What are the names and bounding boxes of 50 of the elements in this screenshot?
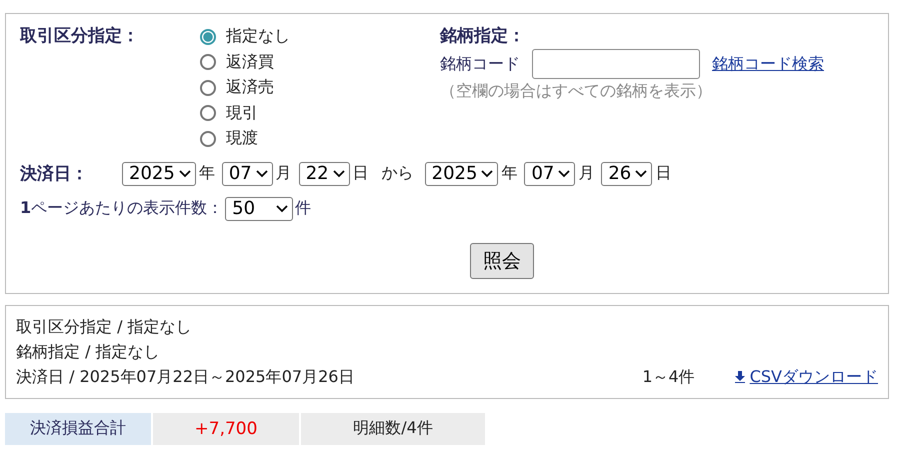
stock-code-label: 銘柄コード	[440, 54, 520, 74]
date-unit: 日	[655, 163, 672, 184]
radio-button[interactable]	[200, 130, 216, 147]
totals-cell: 明細数/4件	[301, 412, 485, 444]
summary-line: 取引区分指定 / 指定なし	[16, 316, 192, 338]
date-label: 決済日：	[20, 163, 89, 185]
date-unit: 月	[276, 163, 292, 184]
result-count: 1～4件	[642, 366, 695, 388]
chevron-icon	[481, 170, 494, 178]
stock-code-field[interactable]	[532, 49, 700, 79]
trade-type-label: 取引区分指定：	[20, 26, 139, 46]
chevron-icon	[178, 170, 191, 178]
stock-label: 銘柄指定：	[440, 25, 526, 47]
radio-button[interactable]	[200, 54, 216, 70]
date-dropdown[interactable]: 2025	[424, 162, 498, 186]
date-unit: 月	[578, 163, 594, 184]
per-page-dropdown[interactable]: 50	[225, 196, 294, 220]
totals-cell: 決済損益合計	[5, 412, 151, 444]
date-dropdown[interactable]: 22	[298, 162, 350, 186]
chevron-icon	[558, 170, 570, 178]
range-separator: から	[382, 163, 414, 184]
radio-button[interactable]	[200, 28, 216, 45]
radio-label[interactable]: 返済買	[226, 52, 274, 73]
chevron-icon	[332, 170, 345, 178]
csv-download-link[interactable]: CSVダウンロード	[734, 366, 878, 388]
per-page-unit: 件	[295, 198, 312, 219]
chevron-icon	[635, 170, 648, 178]
chevron-icon	[276, 204, 288, 212]
stock-code-search-link[interactable]: 銘柄コード検索	[712, 54, 824, 74]
summary-line: 銘柄指定 / 指定なし	[16, 342, 160, 362]
per-page-label: 1ページあたりの表示件数：	[20, 198, 224, 219]
radio-button[interactable]	[200, 105, 216, 122]
summary-line: 決済日 / 2025年07月22日～2025年07月26日	[16, 366, 354, 388]
date-dropdown[interactable]: 26	[601, 162, 652, 186]
query-button[interactable]: 照会	[470, 242, 534, 278]
radio-button[interactable]	[200, 80, 216, 96]
hint-text: （空欄の場合はすべての銘柄を表示）	[440, 81, 713, 102]
totals-cell: +7,700	[153, 412, 299, 444]
date-dropdown[interactable]: 2025	[122, 162, 196, 186]
chevron-icon	[256, 170, 268, 178]
date-unit: 年	[198, 163, 215, 184]
radio-label[interactable]: 返済売	[226, 77, 274, 98]
download-icon	[734, 371, 745, 383]
radio-label[interactable]: 指定なし	[226, 26, 290, 48]
radio-label[interactable]: 現渡	[226, 128, 258, 150]
date-dropdown[interactable]: 07	[222, 162, 273, 186]
date-unit: 日	[352, 163, 369, 184]
date-unit: 年	[501, 163, 518, 184]
radio-label[interactable]: 現引	[226, 102, 258, 124]
date-dropdown[interactable]: 07	[524, 162, 576, 186]
